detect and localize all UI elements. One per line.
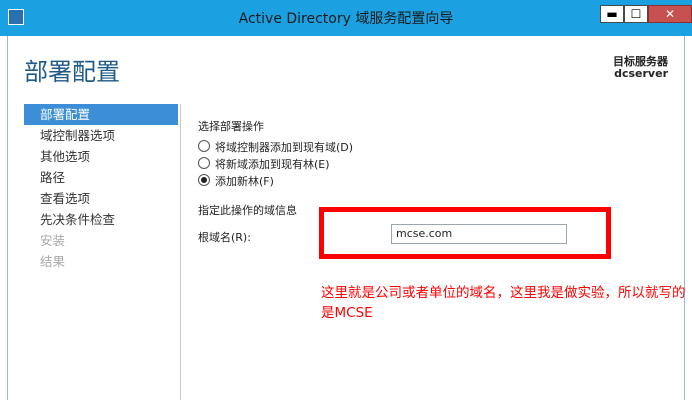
- radio-add-dc-label[interactable]: 将域控制器添加到现有域(D): [215, 139, 353, 155]
- wizard-nav: 部署配置 域控制器选项 其他选项 路径 查看选项 先决条件检查 安装 结果: [24, 104, 178, 272]
- minimize-button[interactable]: ▬: [600, 5, 624, 23]
- title-bar: Active Directory 域服务配置向导 ▬ ☐ ✕: [0, 0, 692, 36]
- annotation-highlight-box: [319, 207, 611, 259]
- radio-add-domain[interactable]: [198, 157, 210, 169]
- radio-add-dc[interactable]: [198, 140, 210, 152]
- annotation-note: 这里就是公司或者单位的域名，这里我是做实验，所以就写的是MCSE: [321, 285, 686, 321]
- nav-divider: [180, 104, 181, 400]
- deployment-section-label: 选择部署操作: [198, 120, 264, 133]
- radio-add-forest[interactable]: [198, 174, 210, 186]
- window-title: Active Directory 域服务配置向导: [238, 11, 454, 27]
- nav-item-dc-options[interactable]: 域控制器选项: [24, 125, 178, 146]
- nav-item-other-options[interactable]: 其他选项: [24, 146, 178, 167]
- nav-item-paths[interactable]: 路径: [24, 167, 178, 188]
- radio-add-forest-label[interactable]: 添加新林(F): [215, 173, 274, 189]
- domain-info-label: 指定此操作的域信息: [198, 204, 297, 217]
- page-title: 部署配置: [24, 58, 120, 86]
- close-button[interactable]: ✕: [648, 5, 692, 23]
- maximize-button[interactable]: ☐: [624, 5, 648, 23]
- nav-item-install: 安装: [40, 233, 66, 248]
- radio-add-domain-label[interactable]: 将新域添加到现有林(E): [215, 156, 330, 172]
- nav-item-deployment[interactable]: 部署配置: [24, 104, 178, 125]
- nav-item-prereq[interactable]: 先决条件检查: [24, 209, 178, 230]
- nav-item-review[interactable]: 查看选项: [24, 188, 178, 209]
- target-server-name: dcserver: [614, 67, 668, 80]
- nav-item-results: 结果: [40, 254, 66, 269]
- root-domain-label: 根域名(R):: [198, 231, 251, 244]
